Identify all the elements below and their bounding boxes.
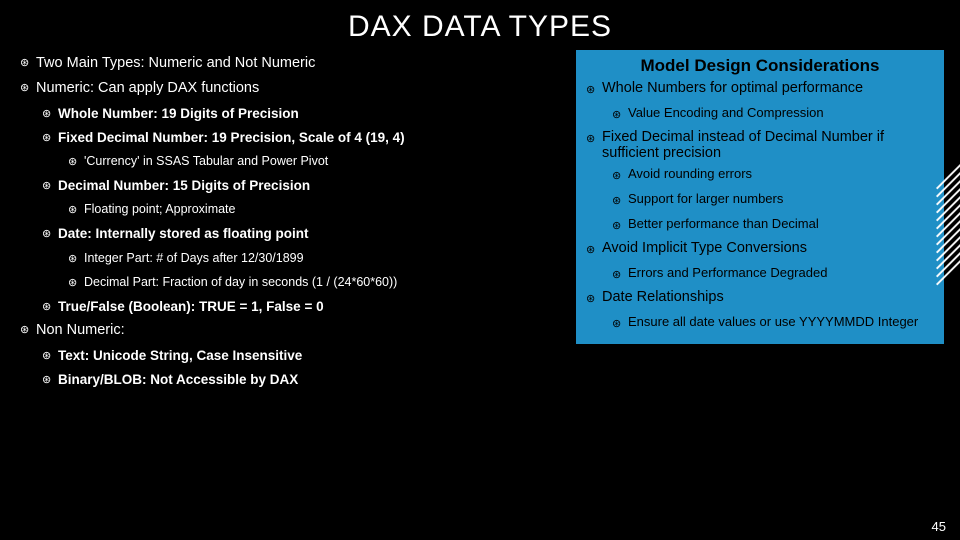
content-area: ⊛Two Main Types: Numeric and Not Numeric… [0, 50, 960, 390]
bullet-icon: ⊛ [42, 370, 58, 390]
bullet-icon: ⊛ [586, 80, 602, 100]
slide-title: DAX DATA TYPES [0, 0, 960, 50]
bullet-icon: ⊛ [68, 249, 84, 269]
list-item: ⊛Better performance than Decimal [586, 216, 934, 236]
bullet-icon: ⊛ [42, 128, 58, 148]
text: Value Encoding and Compression [628, 105, 934, 120]
bullet-icon: ⊛ [42, 176, 58, 196]
list-item: ⊛Text: Unicode String, Case Insensitive [20, 346, 568, 366]
text: Fixed Decimal Number: 19 Precision, Scal… [58, 128, 405, 148]
list-item: ⊛Numeric: Can apply DAX functions [20, 78, 568, 100]
text: 'Currency' in SSAS Tabular and Power Piv… [84, 152, 328, 171]
list-item: ⊛Integer Part: # of Days after 12/30/189… [20, 249, 568, 269]
bullet-icon: ⊛ [586, 289, 602, 309]
text: Avoid rounding errors [628, 166, 934, 181]
right-column: Model Design Considerations ⊛Whole Numbe… [576, 50, 944, 390]
bullet-icon: ⊛ [20, 53, 36, 73]
list-item: ⊛Non Numeric: [20, 320, 568, 342]
text: Decimal Part: Fraction of day in seconds… [84, 273, 397, 292]
box-title: Model Design Considerations [586, 56, 934, 76]
bullet-icon: ⊛ [68, 200, 84, 220]
bullet-icon: ⊛ [42, 346, 58, 366]
text: Numeric: Can apply DAX functions [36, 78, 259, 100]
bullet-icon: ⊛ [20, 320, 36, 340]
considerations-box: Model Design Considerations ⊛Whole Numbe… [576, 50, 944, 344]
bullet-icon: ⊛ [612, 216, 628, 236]
list-item: ⊛'Currency' in SSAS Tabular and Power Pi… [20, 152, 568, 172]
bullet-icon: ⊛ [612, 191, 628, 211]
text: Text: Unicode String, Case Insensitive [58, 346, 302, 366]
text: Floating point; Approximate [84, 200, 235, 219]
text: Decimal Number: 15 Digits of Precision [58, 176, 310, 196]
bullet-icon: ⊛ [612, 265, 628, 285]
text: True/False (Boolean): TRUE = 1, False = … [58, 297, 324, 317]
list-item: ⊛Errors and Performance Degraded [586, 265, 934, 285]
list-item: ⊛Avoid rounding errors [586, 166, 934, 186]
left-column: ⊛Two Main Types: Numeric and Not Numeric… [20, 50, 568, 390]
text: Better performance than Decimal [628, 216, 934, 231]
list-item: ⊛Decimal Part: Fraction of day in second… [20, 273, 568, 293]
text: Fixed Decimal instead of Decimal Number … [602, 129, 934, 161]
text: Date Relationships [602, 289, 934, 305]
text: Whole Numbers for optimal performance [602, 80, 934, 96]
bullet-icon: ⊛ [42, 224, 58, 244]
bullet-icon: ⊛ [612, 105, 628, 125]
text: Ensure all date values or use YYYYMMDD I… [628, 314, 934, 329]
bullet-icon: ⊛ [586, 240, 602, 260]
bullet-icon: ⊛ [20, 78, 36, 98]
text: Two Main Types: Numeric and Not Numeric [36, 53, 315, 75]
list-item: ⊛Fixed Decimal instead of Decimal Number… [586, 129, 934, 161]
list-item: ⊛Binary/BLOB: Not Accessible by DAX [20, 370, 568, 390]
text: Errors and Performance Degraded [628, 265, 934, 280]
text: Whole Number: 19 Digits of Precision [58, 104, 299, 124]
bullet-icon: ⊛ [586, 129, 602, 149]
list-item: ⊛True/False (Boolean): TRUE = 1, False =… [20, 297, 568, 317]
list-item: ⊛Floating point; Approximate [20, 200, 568, 220]
list-item: ⊛Value Encoding and Compression [586, 105, 934, 125]
text: Binary/BLOB: Not Accessible by DAX [58, 370, 298, 390]
list-item: ⊛Fixed Decimal Number: 19 Precision, Sca… [20, 128, 568, 148]
list-item: ⊛Whole Number: 19 Digits of Precision [20, 104, 568, 124]
bullet-icon: ⊛ [68, 152, 84, 172]
list-item: ⊛Whole Numbers for optimal performance [586, 80, 934, 100]
bullet-icon: ⊛ [68, 273, 84, 293]
list-item: ⊛Support for larger numbers [586, 191, 934, 211]
bullet-icon: ⊛ [612, 166, 628, 186]
page-number: 45 [932, 519, 946, 534]
list-item: ⊛Ensure all date values or use YYYYMMDD … [586, 314, 934, 334]
bullet-icon: ⊛ [612, 314, 628, 334]
list-item: ⊛Decimal Number: 15 Digits of Precision [20, 176, 568, 196]
bullet-icon: ⊛ [42, 104, 58, 124]
text: Support for larger numbers [628, 191, 934, 206]
list-item: ⊛Avoid Implicit Type Conversions [586, 240, 934, 260]
text: Non Numeric: [36, 320, 125, 342]
list-item: ⊛Date: Internally stored as floating poi… [20, 224, 568, 244]
text: Integer Part: # of Days after 12/30/1899 [84, 249, 304, 268]
text: Avoid Implicit Type Conversions [602, 240, 934, 256]
list-item: ⊛Two Main Types: Numeric and Not Numeric [20, 53, 568, 75]
text: Date: Internally stored as floating poin… [58, 224, 309, 244]
list-item: ⊛Date Relationships [586, 289, 934, 309]
bullet-icon: ⊛ [42, 297, 58, 317]
